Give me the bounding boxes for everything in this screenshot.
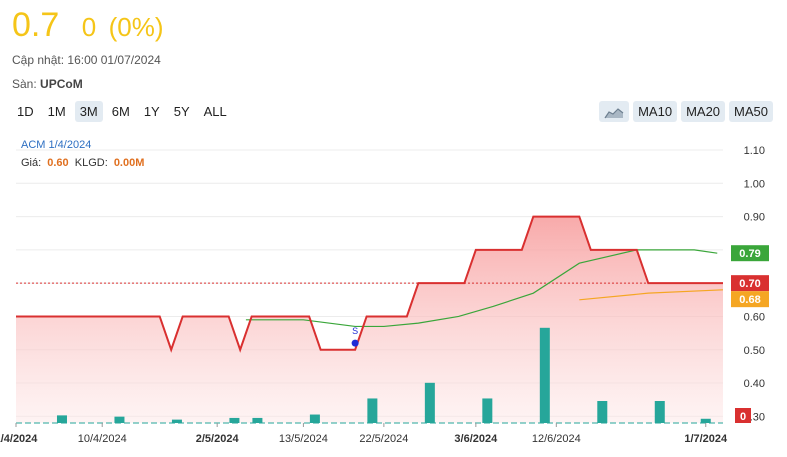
x-tick-label: 3/6/2024 (454, 433, 498, 445)
svg-text:0: 0 (740, 411, 746, 423)
volume-value-label: 0 (735, 408, 751, 423)
x-tick-label: 10/4/2024 (78, 433, 127, 445)
svg-text:0.70: 0.70 (739, 278, 760, 290)
volume-bar (229, 417, 240, 423)
price-value-label: 0.79 (731, 245, 769, 262)
price-value-label: 0.70 (731, 275, 769, 292)
x-tick-label: 1/7/2024 (684, 433, 728, 445)
volume-bar (597, 401, 608, 423)
volume-bar (482, 398, 493, 423)
y-tick-label: 0.90 (744, 212, 765, 224)
x-tick-label: 12/6/2024 (532, 433, 581, 445)
svg-text:0.79: 0.79 (739, 248, 760, 260)
volume-bar (171, 419, 182, 423)
price-area (16, 216, 723, 423)
x-tick-label: 1/4/2024 (0, 433, 38, 445)
tooltip-title: ACM 1/4/2024 (21, 139, 91, 151)
volume-bar (424, 382, 435, 423)
svg-text:0.68: 0.68 (739, 294, 760, 306)
volume-bar (654, 401, 665, 423)
tooltip-vol-label: KLGD: (75, 157, 108, 169)
signal-marker[interactable] (351, 339, 359, 347)
volume-bar (539, 327, 550, 423)
x-tick-label: 2/5/2024 (196, 433, 240, 445)
tooltip-vol: 0.00M (114, 157, 145, 169)
tooltip-price: 0.60 (47, 157, 68, 169)
volume-bar (114, 416, 125, 423)
volume-bar (309, 414, 320, 423)
price-value-label: 0.68 (731, 291, 769, 308)
x-tick-label: 22/5/2024 (359, 433, 408, 445)
x-tick-label: 13/5/2024 (279, 433, 328, 445)
signal-marker-label: S (352, 326, 358, 336)
tooltip-values: Giá: 0.60 KLGD: 0.00M (21, 157, 144, 169)
volume-bar (56, 415, 67, 423)
volume-bar (252, 417, 263, 423)
tooltip-price-label: Giá: (21, 157, 41, 169)
volume-bar (367, 398, 378, 423)
y-tick-label: 0.40 (744, 378, 765, 390)
y-tick-label: 0.50 (744, 345, 765, 357)
volume-bar (700, 418, 711, 423)
y-tick-label: 0.60 (744, 311, 765, 323)
price-chart: 1.101.000.900.800.700.600.500.400.30 S 1… (0, 139, 769, 445)
y-tick-label: 1.00 (744, 178, 765, 190)
y-tick-label: 1.10 (744, 145, 765, 157)
